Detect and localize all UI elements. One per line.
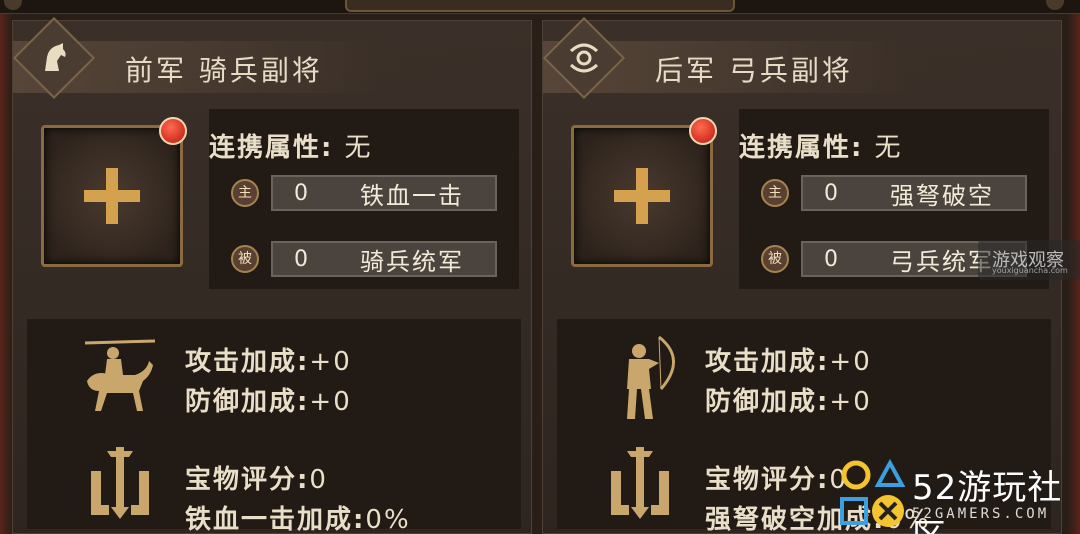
top-tab-frame: [345, 0, 735, 12]
passive-skill-row[interactable]: 0 骑兵统军: [271, 241, 497, 277]
deputy-slot-add[interactable]: [41, 125, 183, 267]
gamepad-logo-icon: [840, 458, 906, 527]
deputy-slot-add[interactable]: [571, 125, 713, 267]
attack-bonus: 攻击加成:+0: [705, 341, 872, 378]
horse-head-icon: [12, 16, 96, 100]
skill-name: 铁血一击: [360, 181, 464, 210]
watermark-sub: 52GAMERS.COM: [912, 506, 1050, 522]
active-skill-badge: 主: [231, 179, 259, 207]
cavalry-rider-icon: [84, 339, 156, 411]
panel-title: 前军 骑兵副将: [125, 54, 323, 87]
skill-bonus-label: 铁血一击加成:: [185, 505, 366, 534]
sword-emblem-icon: [91, 447, 149, 519]
panel-header: 后军 弓兵副将: [542, 16, 1061, 100]
passive-skill-badge: 被: [231, 245, 259, 273]
bonus-box: 攻击加成:+0 防御加成:+0 宝物评分:0 铁血一击加成:0%: [27, 319, 521, 534]
attr-value: 无: [344, 133, 373, 163]
active-skill-badge: 主: [761, 179, 789, 207]
archer-bow-icon: [542, 16, 626, 100]
panel-header: 前军 骑兵副将: [12, 16, 531, 100]
treasure-value: 0: [309, 465, 328, 495]
attack-value: +0: [829, 347, 872, 377]
treasure-score: 宝物评分:0: [705, 459, 848, 496]
frame-knob-left: [4, 0, 22, 10]
link-attribute: 连携属性: 无: [209, 127, 372, 164]
link-attribute-box: 连携属性: 无 主 0 铁血一击 被 0 骑兵统军: [209, 109, 519, 289]
sword-emblem-icon: [611, 447, 669, 519]
skill-name: 骑兵统军: [360, 247, 464, 276]
skill-level: 0: [824, 180, 838, 206]
link-attribute: 连携属性: 无: [739, 127, 902, 164]
watermark-small-sub: youxiguancha.com: [992, 266, 1068, 275]
watermark-text: 52游玩社区: [912, 468, 1063, 534]
treasure-label: 宝物评分:: [705, 465, 830, 495]
skill-bonus: 铁血一击加成:0%: [185, 499, 411, 534]
attack-label: 攻击加成:: [185, 347, 310, 377]
attack-bonus: 攻击加成:+0: [185, 341, 352, 378]
passive-skill-badge: 被: [761, 245, 789, 273]
defense-value: +0: [829, 387, 872, 417]
defense-bonus: 防御加成:+0: [705, 381, 872, 418]
attr-label: 连携属性:: [739, 133, 864, 163]
attack-value: +0: [309, 347, 352, 377]
skill-bonus-value: 0%: [365, 505, 411, 534]
attr-label: 连携属性:: [209, 133, 334, 163]
vanguard-deputy-panel: 前军 骑兵副将 连携属性: 无 主 0 铁血一击 被 0 骑兵统军 攻击加成:+…: [12, 16, 532, 534]
watermark-small: 游戏观察 youxiguancha.com: [978, 240, 1080, 280]
background-edge-left: [0, 0, 12, 534]
top-frame: [0, 0, 1080, 14]
skill-level: 0: [294, 180, 308, 206]
skill-level: 0: [294, 246, 308, 272]
defense-bonus: 防御加成:+0: [185, 381, 352, 418]
active-skill-row[interactable]: 0 强弩破空: [801, 175, 1027, 211]
attr-value: 无: [874, 133, 903, 163]
active-skill-row[interactable]: 0 铁血一击: [271, 175, 497, 211]
attack-label: 攻击加成:: [705, 347, 830, 377]
defense-value: +0: [309, 387, 352, 417]
notification-dot: [689, 117, 717, 145]
skill-level: 0: [824, 246, 838, 272]
defense-label: 防御加成:: [705, 387, 830, 417]
treasure-label: 宝物评分:: [185, 465, 310, 495]
archer-soldier-icon: [627, 335, 675, 419]
skill-name: 强弩破空: [890, 181, 994, 210]
notification-dot: [159, 117, 187, 145]
treasure-score: 宝物评分:0: [185, 459, 328, 496]
frame-knob-right: [1046, 0, 1064, 10]
defense-label: 防御加成:: [185, 387, 310, 417]
panel-title: 后军 弓兵副将: [655, 54, 853, 87]
